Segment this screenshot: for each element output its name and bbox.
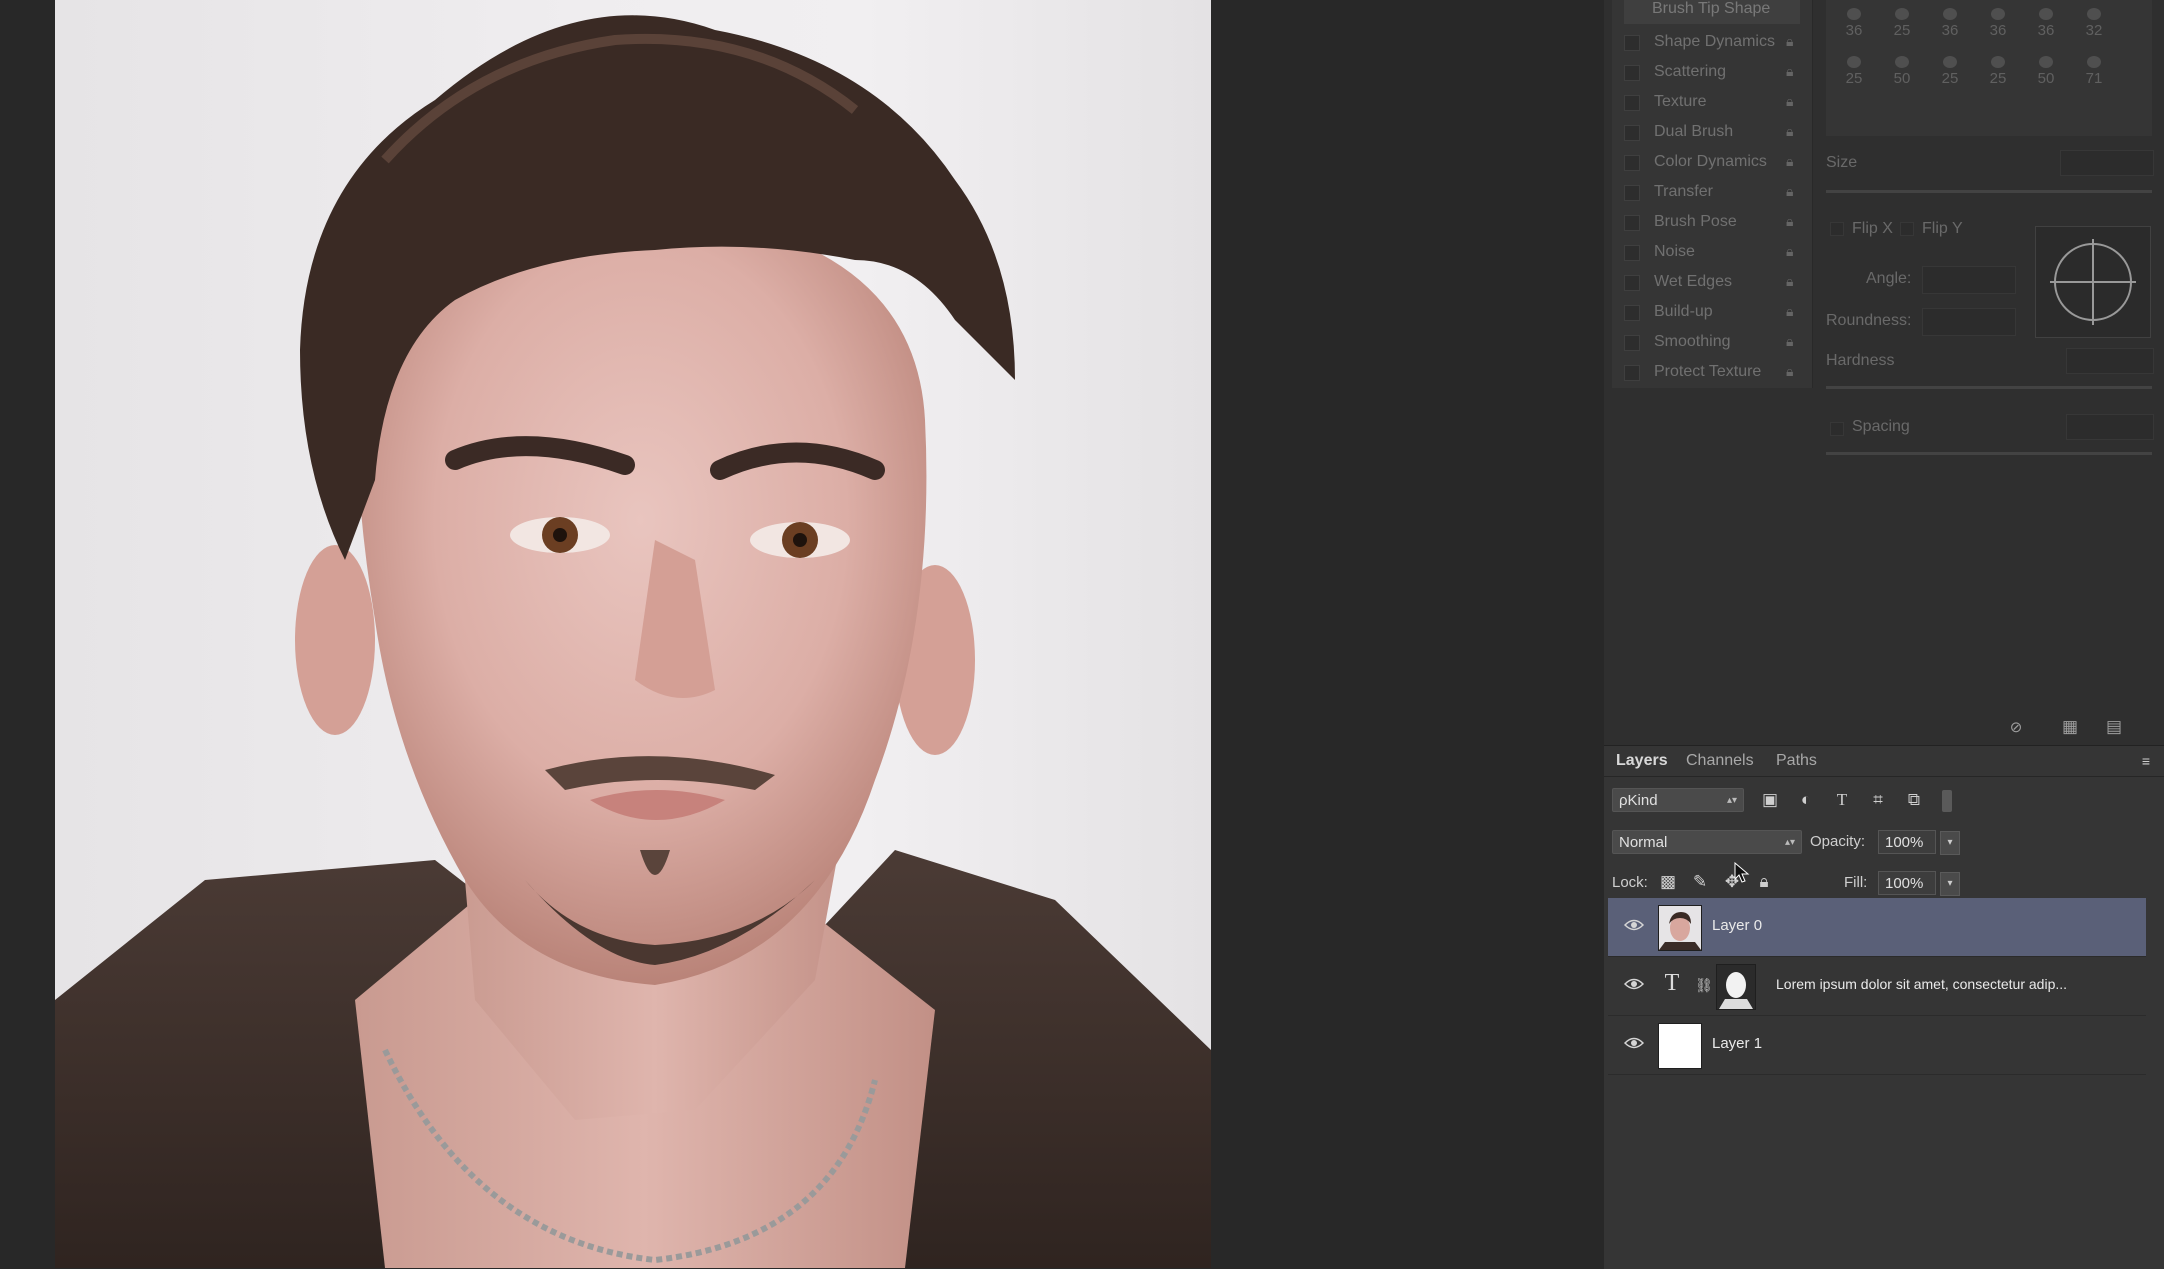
brush-angle-preview[interactable] (2035, 226, 2151, 338)
tab-paths[interactable]: Paths (1776, 746, 1817, 776)
panel-menu-icon[interactable]: ≡ (2136, 751, 2156, 771)
grid-icon[interactable]: ▦ (2060, 717, 2080, 737)
flip-x-label: Flip X (1852, 220, 1893, 237)
divider (1608, 1074, 2146, 1075)
blend-mode-select[interactable]: Normal ▴▾ (1612, 830, 1802, 854)
hardness-slider[interactable] (1826, 386, 2152, 389)
portrait-image (55, 15, 1211, 1268)
lock-brush-icon[interactable]: ✎ (1690, 872, 1710, 892)
layer-mask-thumbnail (1716, 964, 1756, 1010)
filter-kind-label: ρKind (1619, 792, 1658, 809)
layer-name[interactable]: Layer 1 (1712, 1035, 1762, 1052)
layer-row-layer-1[interactable]: Layer 1 (1608, 1016, 2146, 1074)
spacing-input[interactable] (2066, 414, 2154, 440)
layer-row-layer-0[interactable]: Layer 0 (1608, 898, 2146, 956)
text-layer-icon: T (1664, 970, 1680, 996)
opacity-input[interactable]: 100% (1878, 830, 1936, 854)
portrait-thumbnail-icon (1659, 906, 1701, 950)
brush-tip-controls: Size Flip X Flip Y Angle: Roundness: Har… (1604, 0, 2164, 745)
tabs-divider (1604, 776, 2164, 777)
new-preset-icon[interactable]: ▤ (2104, 717, 2124, 737)
filter-toggle-switch[interactable] (1942, 790, 1952, 812)
tab-channels[interactable]: Channels (1686, 746, 1754, 776)
size-slider[interactable] (1826, 190, 2152, 193)
hardness-label: Hardness (1826, 352, 1895, 369)
hardness-input[interactable] (2066, 348, 2154, 374)
opacity-label: Opacity: (1810, 833, 1866, 850)
opacity-dropdown-button[interactable]: ▾ (1940, 831, 1960, 855)
lock-label: Lock: (1612, 874, 1648, 891)
filter-type-icon[interactable]: T (1832, 790, 1852, 810)
lock-transparent-icon[interactable]: ▩ (1658, 872, 1678, 892)
spacing-label: Spacing (1852, 418, 1910, 435)
fill-dropdown-button[interactable]: ▾ (1940, 872, 1960, 896)
fill-label: Fill: (1844, 874, 1868, 891)
spacing-slider[interactable] (1826, 452, 2152, 455)
roundness-input[interactable] (1922, 308, 2016, 336)
brush-toggle-icon[interactable]: ⊘ (2006, 718, 2026, 738)
layer-name[interactable]: Lorem ipsum dolor sit amet, consectetur … (1776, 976, 2067, 992)
fill-input[interactable]: 100% (1878, 871, 1936, 895)
flip-x-checkbox[interactable] (1830, 222, 1844, 236)
lock-all-icon[interactable]: 🔒︎ (1754, 872, 1774, 892)
spacing-checkbox[interactable] (1830, 422, 1844, 436)
angle-input[interactable] (1922, 266, 2016, 294)
brush-panel-footer: ⊘ ▦ ▤ (1604, 710, 2164, 745)
layer-thumbnail (1658, 905, 1702, 951)
mask-thumbnail-icon (1717, 965, 1755, 1009)
filter-smart-object-icon[interactable]: ⧉ (1904, 790, 1924, 810)
canvas-photo[interactable] (55, 0, 1211, 1268)
roundness-label: Roundness: (1826, 312, 1912, 329)
eye-icon[interactable] (1624, 918, 1644, 932)
chevron-updown-icon: ▴▾ (1726, 795, 1737, 806)
filter-pixel-icon[interactable]: ▣ (1760, 790, 1780, 810)
tab-layers[interactable]: Layers (1616, 746, 1668, 776)
layer-name[interactable]: Layer 0 (1712, 917, 1762, 934)
eye-icon[interactable] (1624, 977, 1644, 991)
flip-y-checkbox[interactable] (1900, 222, 1914, 236)
layers-panel: Layers Channels Paths ≡ ρKind ▴▾ ▣ ◐ T ⌗… (1604, 745, 2164, 1269)
eye-icon[interactable] (1624, 1036, 1644, 1050)
link-icon[interactable]: ⛓ (1694, 975, 1714, 995)
size-input[interactable] (2060, 150, 2154, 176)
cursor-arrow-icon (1734, 862, 1750, 883)
chevron-updown-icon: ▴▾ (1784, 837, 1795, 848)
blend-mode-label: Normal (1619, 834, 1668, 851)
filter-kind-select[interactable]: ρKind ▴▾ (1612, 788, 1744, 812)
size-label: Size (1826, 154, 1858, 171)
filter-adjustment-icon[interactable]: ◐ (1796, 790, 1816, 810)
filter-shape-icon[interactable]: ⌗ (1868, 790, 1888, 810)
layer-thumbnail (1658, 1023, 1702, 1069)
layer-row-text[interactable]: T ⛓ Lorem ipsum dolor sit amet, consecte… (1608, 957, 2146, 1015)
crosshair-icon (2050, 239, 2136, 325)
flip-y-label: Flip Y (1922, 220, 1963, 237)
angle-label: Angle: (1866, 270, 1912, 287)
